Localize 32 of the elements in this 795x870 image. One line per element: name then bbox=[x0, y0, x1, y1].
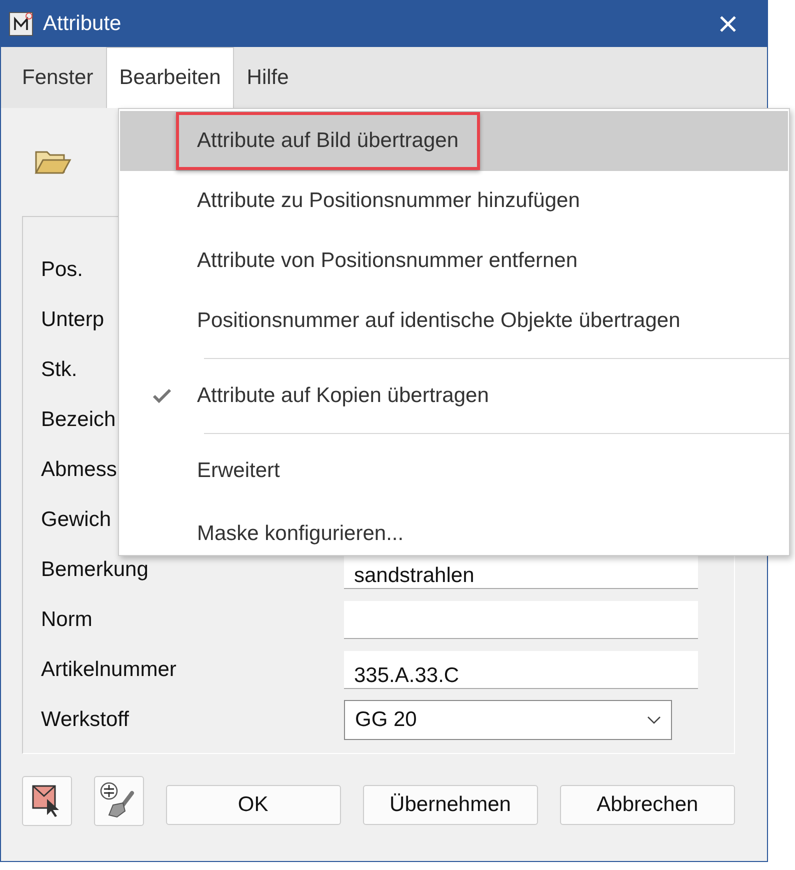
menu-item[interactable]: Attribute zu Positionsnummer hinzufügen bbox=[120, 171, 788, 231]
close-icon[interactable] bbox=[719, 14, 737, 32]
menu-tab[interactable]: Bearbeiten bbox=[106, 47, 234, 108]
menu-tab[interactable]: Fenster bbox=[9, 47, 106, 108]
field-label: Unterp bbox=[41, 308, 104, 331]
clean-button[interactable] bbox=[94, 776, 144, 826]
field-label: Bemerkung bbox=[41, 558, 148, 581]
field-label: Werkstoff bbox=[41, 708, 129, 731]
menu-item[interactable]: Attribute von Positionsnummer entfernen bbox=[120, 231, 788, 291]
dropdown-field[interactable]: GG 20 bbox=[344, 700, 672, 740]
field-label: Norm bbox=[41, 608, 92, 631]
dialog-button[interactable]: Abbrechen bbox=[560, 785, 736, 825]
window-title: Attribute bbox=[43, 12, 122, 36]
field-label: Gewich bbox=[41, 508, 112, 531]
app-logo-icon bbox=[9, 12, 33, 36]
dialog-button[interactable]: OK bbox=[166, 785, 341, 825]
menu-item[interactable]: Attribute auf Kopien übertragen bbox=[120, 366, 788, 426]
checkmark-icon bbox=[152, 388, 172, 404]
field-label: Abmess bbox=[41, 458, 117, 481]
text-field[interactable]: 335.A.33.C bbox=[344, 651, 698, 689]
field-label: Bezeich bbox=[41, 408, 116, 431]
field-label: Artikelnummer bbox=[41, 658, 176, 681]
pick-button[interactable] bbox=[22, 776, 72, 826]
field-label: Stk. bbox=[41, 358, 78, 381]
dialog-button[interactable]: Übernehmen bbox=[362, 785, 538, 825]
text-field[interactable] bbox=[344, 601, 698, 639]
chevron-down-icon bbox=[647, 716, 661, 724]
menu-item[interactable]: Attribute auf Bild übertragen bbox=[120, 111, 788, 171]
menu-tab[interactable]: Hilfe bbox=[234, 47, 302, 108]
menu-item[interactable]: Erweitert bbox=[120, 441, 788, 501]
field-label: Pos. bbox=[41, 258, 84, 281]
menu-item[interactable]: Positionsnummer auf identische Objekte übertragen bbox=[120, 291, 788, 351]
